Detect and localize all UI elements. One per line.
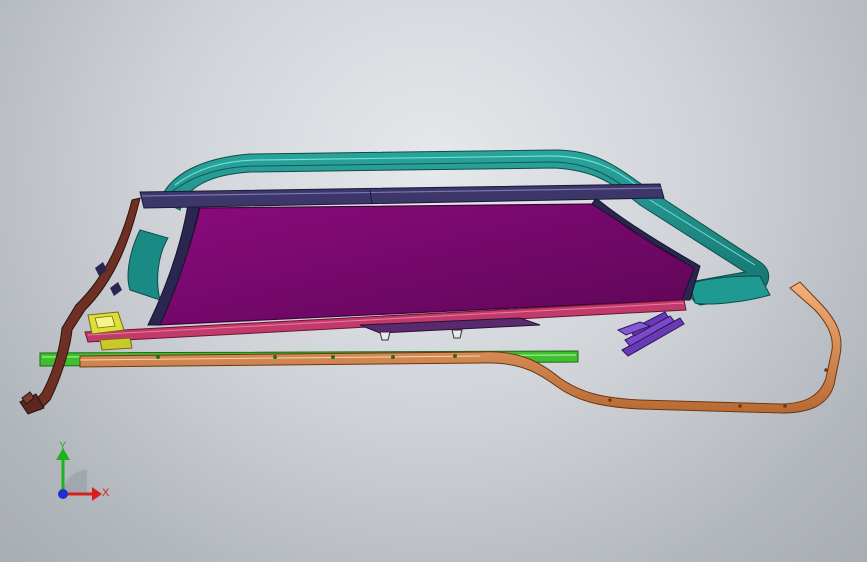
sunroof-assembly-model[interactable] [0,0,867,562]
z-axis-dot [58,489,68,499]
y-axis-label: Y [59,440,67,452]
coordinate-triad [56,448,102,501]
x-axis-label: X [102,487,110,499]
graphics-viewport[interactable]: Y X [0,0,867,562]
front-rail[interactable] [19,197,141,415]
rear-deflector-blades[interactable] [616,311,685,357]
